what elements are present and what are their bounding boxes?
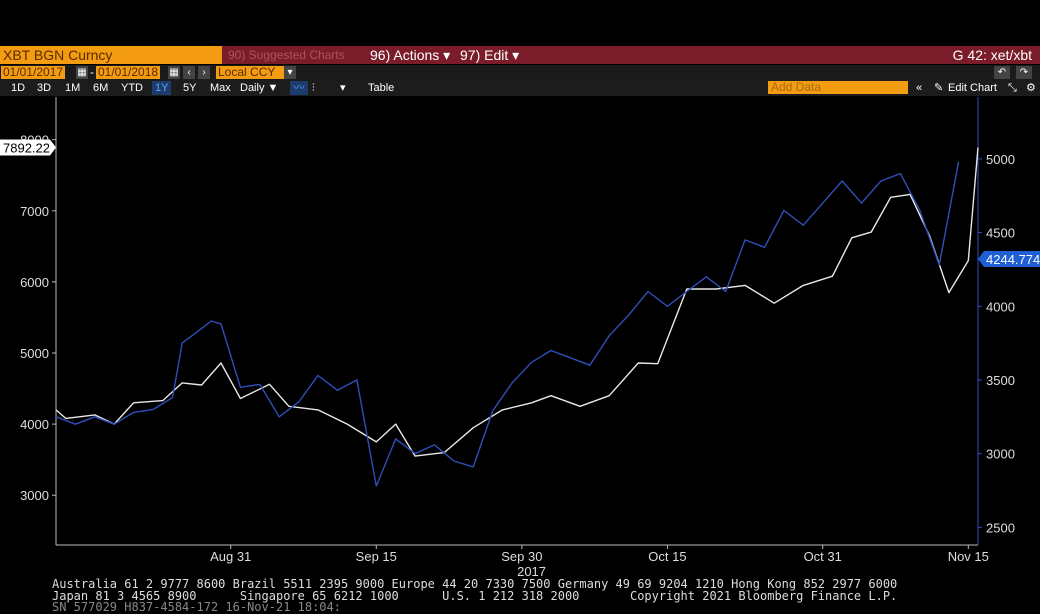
right-tick-label: 5000 xyxy=(986,152,1015,167)
left-tick-label: 5000 xyxy=(20,346,49,361)
last-value-label-right: 4244.774 xyxy=(986,252,1040,267)
x-tick-label: Sep 15 xyxy=(356,549,397,564)
left-tick-label: 3000 xyxy=(20,488,49,503)
right-tick-label: 4000 xyxy=(986,299,1015,314)
white-series-line xyxy=(55,147,979,457)
left-tick-label: 7000 xyxy=(20,204,49,219)
x-tick-label: Sep 30 xyxy=(501,549,542,564)
x-tick-label: Aug 31 xyxy=(210,549,251,564)
last-value-label-left: 7892.22 xyxy=(3,140,50,155)
x-tick-label: Oct 15 xyxy=(648,549,686,564)
right-tick-label: 3500 xyxy=(986,373,1015,388)
right-tick-label: 2500 xyxy=(986,520,1015,535)
x-tick-label: Oct 31 xyxy=(804,549,842,564)
x-tick-label: Nov 15 xyxy=(948,549,989,564)
price-chart: 3000400050006000700080002500300035004000… xyxy=(0,97,1040,579)
right-tick-label: 4500 xyxy=(986,226,1015,241)
session-line: SN 577029 H837-4584-172 16-Nov-21 18:04: xyxy=(52,600,341,614)
left-tick-label: 4000 xyxy=(20,417,49,432)
right-tick-label: 3000 xyxy=(986,447,1015,462)
left-tick-label: 6000 xyxy=(20,275,49,290)
blue-series-line xyxy=(55,161,960,487)
